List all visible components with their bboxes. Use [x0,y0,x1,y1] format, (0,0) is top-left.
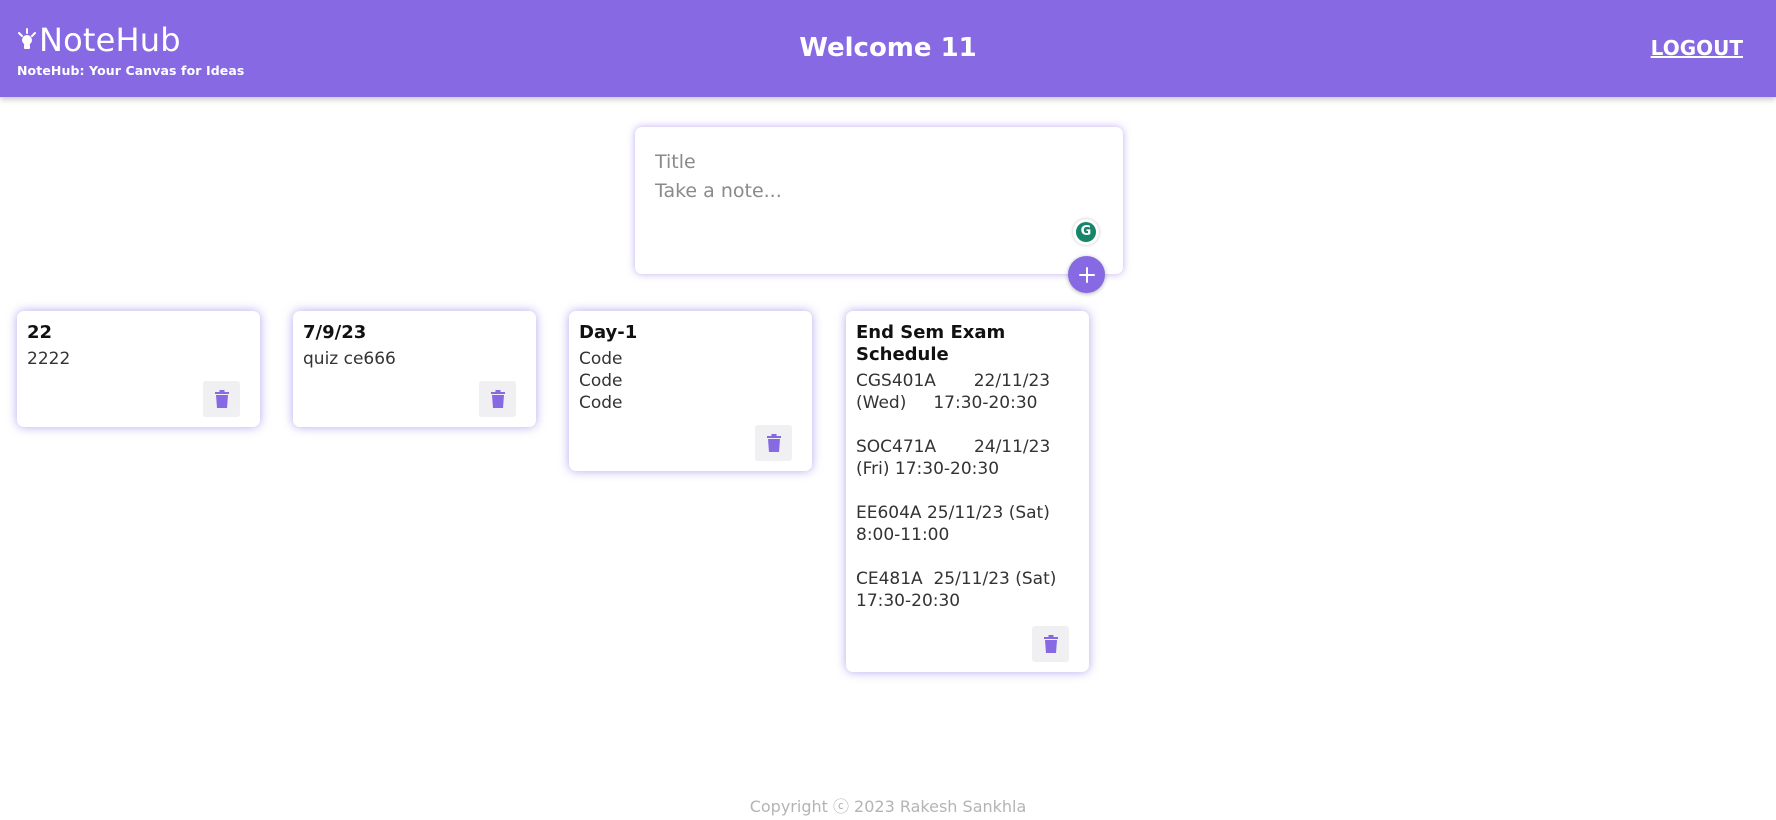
note-card: 7/9/23 quiz ce666 [293,311,536,427]
trash-icon [1043,635,1058,653]
note-card: Day-1 Code Code Code [569,311,812,471]
delete-note-button[interactable] [1032,626,1069,662]
footer-copyright: Copyright ⓒ 2023 Rakesh Sankhla [749,797,1027,816]
note-content-input[interactable] [655,180,1095,240]
note-content: quiz ce666 [303,349,396,369]
delete-note-button[interactable] [755,425,792,461]
note-title-input[interactable] [655,148,1095,176]
delete-note-button[interactable] [203,381,240,417]
note-title: 7/9/23 [303,322,367,343]
note-title: Day-1 [579,322,638,343]
trash-icon [766,434,781,452]
note-content: Code Code Code [579,349,623,413]
grammarly-logo: G [1076,222,1096,242]
delete-note-button[interactable] [479,381,516,417]
note-card: End Sem Exam Schedule CGS401A 22/11/23 (… [846,311,1089,672]
create-note-form: G [635,127,1123,274]
note-title: 22 [27,322,53,343]
note-title: End Sem Exam Schedule [856,322,1006,365]
logout-link[interactable]: LOGOUT [1651,36,1743,60]
welcome-message: Welcome 11 [799,33,977,63]
add-note-button[interactable] [1068,256,1105,293]
note-content: 2222 [27,349,71,369]
note-card: 22 2222 [17,311,260,427]
plus-icon [1078,266,1095,283]
trash-icon [490,390,505,408]
note-content: CGS401A 22/11/23 (Wed) 17:30-20:30 SOC47… [856,371,1057,611]
grammarly-icon[interactable]: G [1073,219,1099,245]
trash-icon [214,390,229,408]
app-header: NoteHub NoteHub: Your Canvas for Ideas W… [0,0,1776,97]
